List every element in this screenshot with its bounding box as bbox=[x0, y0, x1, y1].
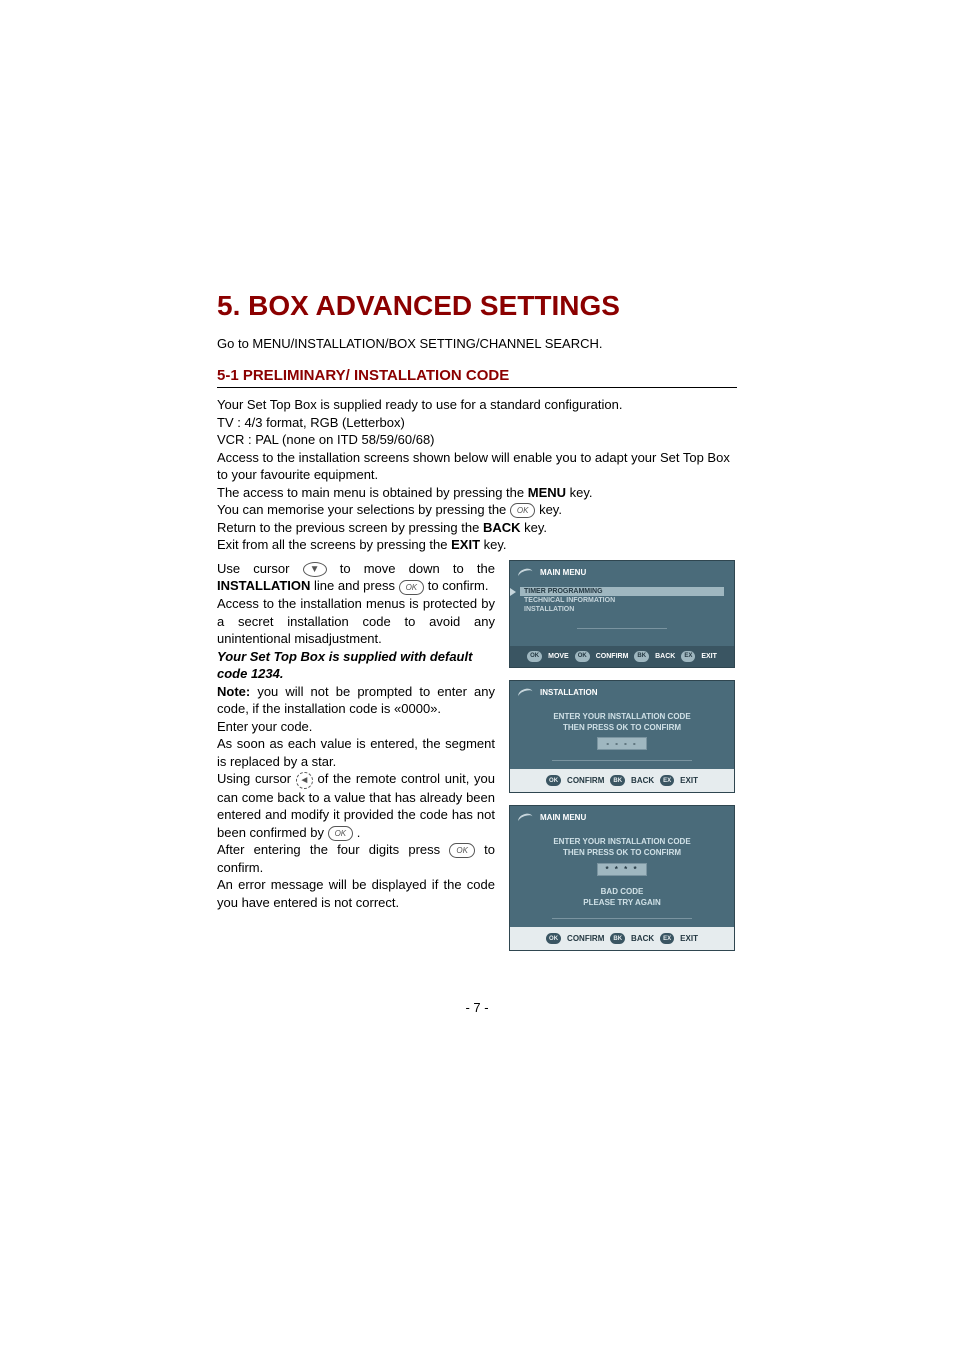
prompt-line: THEN PRESS OK TO CONFIRM bbox=[516, 722, 728, 733]
code-entry-box: * * * * bbox=[597, 863, 647, 876]
text-line: Return to the previous screen by pressin… bbox=[217, 519, 737, 537]
ok-pill-icon: OK bbox=[527, 651, 542, 662]
bk-pill-icon: BK bbox=[610, 933, 625, 944]
text-line: Exit from all the screens by pressing th… bbox=[217, 536, 737, 554]
ok-pill-icon: OK bbox=[546, 933, 561, 944]
ok-key-icon: OK bbox=[510, 503, 536, 518]
prompt-line: ENTER YOUR INSTALLATION CODE bbox=[516, 836, 728, 847]
screen-bad-code: MAIN MENU ENTER YOUR INSTALLATION CODE T… bbox=[509, 805, 735, 951]
left-arrow-icon: ◄ bbox=[296, 772, 313, 789]
error-line: BAD CODE bbox=[516, 886, 728, 897]
default-code-note: Your Set Top Box is supplied with defaul… bbox=[217, 648, 495, 683]
text-line: Enter your code. bbox=[217, 718, 495, 736]
screen-title: MAIN MENU bbox=[540, 813, 586, 822]
text-line: Your Set Top Box is supplied ready to us… bbox=[217, 396, 737, 414]
error-line: PLEASE TRY AGAIN bbox=[516, 897, 728, 908]
note-line: Note: you will not be prompted to enter … bbox=[217, 683, 495, 718]
text-line: Access to the installation screens shown… bbox=[217, 449, 737, 484]
prompt-line: THEN PRESS OK TO CONFIRM bbox=[516, 847, 728, 858]
page-title: 5. BOX ADVANCED SETTINGS bbox=[217, 290, 737, 322]
section-heading: 5-1 PRELIMINARY/ INSTALLATION CODE bbox=[217, 367, 737, 388]
divider bbox=[577, 628, 667, 629]
ok-key-icon: OK bbox=[328, 826, 354, 841]
ex-pill-icon: EX bbox=[681, 651, 695, 662]
ex-pill-icon: EX bbox=[660, 933, 674, 944]
prompt-line: ENTER YOUR INSTALLATION CODE bbox=[516, 711, 728, 722]
ok-pill-icon: OK bbox=[546, 775, 561, 786]
screen-title: MAIN MENU bbox=[540, 568, 586, 577]
screen-footer: OKMOVE OKCONFIRM BKBACK EXEXIT bbox=[510, 646, 734, 667]
logo-swoosh-icon bbox=[517, 567, 535, 582]
text-line: As soon as each value is entered, the se… bbox=[217, 735, 495, 770]
ok-key-icon: OK bbox=[399, 580, 425, 595]
divider bbox=[552, 760, 692, 761]
text-line: Access to the installation menus is prot… bbox=[217, 595, 495, 648]
divider bbox=[552, 918, 692, 919]
ok-key-icon: OK bbox=[449, 843, 475, 858]
logo-swoosh-icon bbox=[517, 812, 535, 827]
menu-item-techinfo: TECHNICAL INFORMATION bbox=[520, 596, 724, 605]
page-number: - 7 - bbox=[0, 1000, 954, 1015]
screen-main-menu: MAIN MENU TIMER PROGRAMMING TECHNICAL IN… bbox=[509, 560, 735, 668]
text-line: TV : 4/3 format, RGB (Letterbox) bbox=[217, 414, 737, 432]
screen-footer: OKCONFIRM BKBACK EXEXIT bbox=[510, 927, 734, 950]
ok-pill-icon: OK bbox=[575, 651, 590, 662]
text-line: Use cursor ▼ to move down to the INSTALL… bbox=[217, 560, 495, 595]
logo-swoosh-icon bbox=[517, 687, 535, 702]
menu-item-timer: TIMER PROGRAMMING bbox=[520, 587, 724, 596]
nav-path: Go to MENU/INSTALLATION/BOX SETTING/CHAN… bbox=[217, 336, 737, 351]
screen-title: INSTALLATION bbox=[540, 688, 597, 697]
text-line: An error message will be displayed if th… bbox=[217, 876, 495, 911]
bk-pill-icon: BK bbox=[610, 775, 625, 786]
code-entry-box: - - - - bbox=[597, 737, 647, 750]
bk-pill-icon: BK bbox=[634, 651, 649, 662]
menu-item-installation: INSTALLATION bbox=[520, 605, 724, 614]
text-line: VCR : PAL (none on ITD 58/59/60/68) bbox=[217, 431, 737, 449]
ex-pill-icon: EX bbox=[660, 775, 674, 786]
screen-footer: OKCONFIRM BKBACK EXEXIT bbox=[510, 769, 734, 792]
text-line: You can memorise your selections by pres… bbox=[217, 501, 737, 519]
text-line: The access to main menu is obtained by p… bbox=[217, 484, 737, 502]
text-line: Using cursor ◄ of the remote control uni… bbox=[217, 770, 495, 841]
intro-block: Your Set Top Box is supplied ready to us… bbox=[217, 396, 737, 554]
text-line: After entering the four digits press OK … bbox=[217, 841, 495, 876]
screen-installation-code: INSTALLATION ENTER YOUR INSTALLATION COD… bbox=[509, 680, 735, 793]
down-arrow-icon: ▼ bbox=[303, 562, 327, 577]
